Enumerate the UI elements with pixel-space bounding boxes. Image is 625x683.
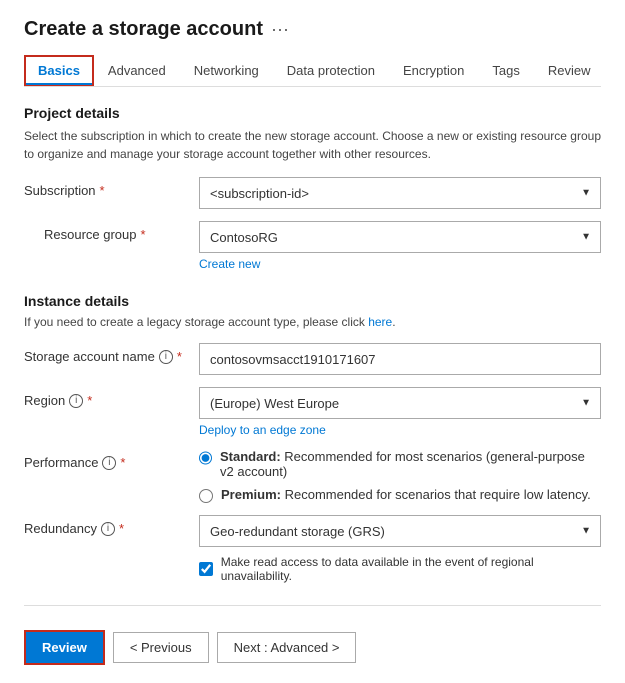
next-button[interactable]: Next : Advanced >: [217, 632, 357, 663]
deploy-edge-zone-link[interactable]: Deploy to an edge zone: [199, 423, 326, 437]
review-button[interactable]: Review: [24, 630, 105, 665]
subscription-input-wrapper: <subscription-id> ▼: [199, 177, 601, 209]
page-title: Create a storage account: [24, 18, 263, 41]
subscription-label: Subscription *: [24, 177, 199, 198]
redundancy-label: Redundancy i *: [24, 515, 199, 536]
storage-name-label: Storage account name i *: [24, 343, 199, 364]
tab-tags[interactable]: Tags: [478, 55, 533, 86]
performance-standard-label: Standard: Recommended for most scenarios…: [220, 449, 601, 479]
performance-radio-group: Standard: Recommended for most scenarios…: [199, 449, 601, 503]
region-field-row: Region i * (Europe) West Europe ▼ Deploy…: [24, 387, 601, 437]
storage-name-info-icon[interactable]: i: [159, 350, 173, 364]
tab-review[interactable]: Review: [534, 55, 605, 86]
performance-premium-option[interactable]: Premium: Recommended for scenarios that …: [199, 487, 601, 503]
region-input-wrapper: (Europe) West Europe ▼ Deploy to an edge…: [199, 387, 601, 437]
redundancy-field-row: Redundancy i * Geo-redundant storage (GR…: [24, 515, 601, 583]
tab-basics[interactable]: Basics: [24, 55, 94, 86]
tab-networking[interactable]: Networking: [180, 55, 273, 86]
storage-name-field-row: Storage account name i *: [24, 343, 601, 375]
instance-legacy-text: If you need to create a legacy storage a…: [24, 315, 601, 329]
instance-details-section: Instance details If you need to create a…: [24, 293, 601, 583]
ellipsis-menu-icon[interactable]: ···: [271, 19, 289, 40]
redundancy-select[interactable]: Geo-redundant storage (GRS): [199, 515, 601, 547]
subscription-field-row: Subscription * <subscription-id> ▼: [24, 177, 601, 209]
footer: Review < Previous Next : Advanced >: [24, 622, 601, 665]
resource-group-required: *: [141, 227, 146, 242]
resource-group-input-wrapper: ContosoRG ▼ Create new: [199, 221, 601, 271]
region-required: *: [87, 393, 92, 408]
redundancy-input-wrapper: Geo-redundant storage (GRS) ▼ Make read …: [199, 515, 601, 583]
instance-details-title: Instance details: [24, 293, 601, 309]
subscription-select[interactable]: <subscription-id>: [199, 177, 601, 209]
tab-data-protection[interactable]: Data protection: [273, 55, 389, 86]
region-select[interactable]: (Europe) West Europe: [199, 387, 601, 419]
resource-group-label: Resource group *: [24, 221, 199, 242]
performance-standard-option[interactable]: Standard: Recommended for most scenarios…: [199, 449, 601, 479]
performance-label: Performance i *: [24, 449, 199, 470]
region-info-icon[interactable]: i: [69, 394, 83, 408]
resource-group-select[interactable]: ContosoRG: [199, 221, 601, 253]
read-access-checkbox-label: Make read access to data available in th…: [221, 555, 601, 583]
footer-divider: [24, 605, 601, 606]
redundancy-required: *: [119, 521, 124, 536]
performance-premium-radio[interactable]: [199, 489, 213, 503]
storage-name-input[interactable]: [199, 343, 601, 375]
tabs-row: Basics Advanced Networking Data protecti…: [24, 55, 601, 87]
performance-field-row: Performance i * Standard: Recommended fo…: [24, 449, 601, 503]
region-label: Region i *: [24, 387, 199, 408]
subscription-required: *: [100, 183, 105, 198]
tab-advanced[interactable]: Advanced: [94, 55, 180, 86]
project-details-section: Project details Select the subscription …: [24, 105, 601, 271]
performance-info-icon[interactable]: i: [102, 456, 116, 470]
project-details-desc: Select the subscription in which to crea…: [24, 127, 601, 163]
tab-encryption[interactable]: Encryption: [389, 55, 478, 86]
read-access-checkbox[interactable]: [199, 562, 213, 576]
resource-group-field-row: Resource group * ContosoRG ▼ Create new: [24, 221, 601, 271]
performance-premium-label: Premium: Recommended for scenarios that …: [221, 487, 591, 502]
storage-name-required: *: [177, 349, 182, 364]
redundancy-info-icon[interactable]: i: [101, 522, 115, 536]
performance-input-wrapper: Standard: Recommended for most scenarios…: [199, 449, 601, 503]
performance-required: *: [120, 455, 125, 470]
here-link[interactable]: here: [368, 315, 392, 329]
performance-standard-radio[interactable]: [199, 451, 212, 465]
create-new-link[interactable]: Create new: [199, 257, 260, 271]
project-details-title: Project details: [24, 105, 601, 121]
read-access-checkbox-row: Make read access to data available in th…: [199, 555, 601, 583]
previous-button[interactable]: < Previous: [113, 632, 209, 663]
storage-name-input-wrapper: [199, 343, 601, 375]
